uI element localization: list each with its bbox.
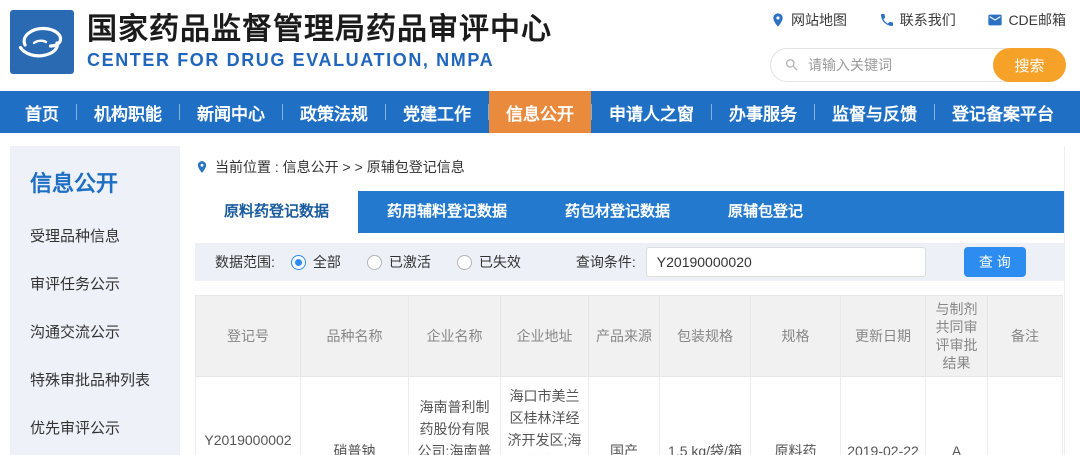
table-cell: 2019-02-22: [841, 377, 926, 455]
brand: 国家药品监督管理局药品审评中心 CENTER FOR DRUG EVALUATI…: [10, 9, 552, 75]
search-button[interactable]: 搜索: [993, 48, 1066, 82]
search-icon: [784, 57, 800, 73]
table-cell: 海口市美兰区桂林洋经济开发区;海口市美兰区桂林洋经济开发区: [501, 377, 589, 455]
radio-expired[interactable]: 已失效: [457, 252, 521, 272]
radio-expired-label: 已失效: [479, 252, 521, 272]
cde-mailbox-link[interactable]: CDE邮箱: [987, 10, 1066, 30]
sitemap-link-label: 网站地图: [791, 10, 847, 30]
site-title: 国家药品监督管理局药品审评中心: [87, 13, 552, 48]
nav-services[interactable]: 办事服务: [712, 91, 814, 133]
table-header-cell: 规格: [751, 296, 841, 377]
nav-policies[interactable]: 政策法规: [283, 91, 385, 133]
location-pin-icon: [195, 160, 209, 174]
main-nav: 首页机构职能新闻中心政策法规党建工作信息公开申请人之窗办事服务监督与反馈登记备案…: [0, 91, 1080, 133]
table-header-row: 登记号品种名称企业名称企业地址产品来源包装规格规格更新日期与制剂共同审评审批结果…: [196, 296, 1063, 377]
table-header-cell: 更新日期: [841, 296, 926, 377]
registration-table: 登记号品种名称企业名称企业地址产品来源包装规格规格更新日期与制剂共同审评审批结果…: [195, 295, 1063, 455]
table-header-cell: 产品来源: [589, 296, 660, 377]
nav-info-disclosure[interactable]: 信息公开: [489, 91, 591, 133]
tab-api-registration-data[interactable]: 原料药登记数据: [195, 191, 358, 233]
radio-group: 全部 已激活 已失效: [291, 252, 521, 272]
table-header-cell: 与制剂共同审评审批结果: [926, 296, 988, 377]
mail-icon: [987, 12, 1003, 28]
cde-logo-icon: [10, 10, 74, 74]
nav-news-center[interactable]: 新闻中心: [180, 91, 282, 133]
main-panel: 当前位置 : 信息公开 > > 原辅包登记信息 原料药登记数据药用辅料登记数据药…: [195, 146, 1065, 455]
quick-links: 网站地图 联系我们 CDE邮箱: [770, 10, 1066, 30]
sidebar-item-communication[interactable]: 沟通交流公示: [30, 321, 180, 342]
table-cell: 海南普利制药股份有限公司;海南普利制药股份有限公司: [409, 377, 501, 455]
nav-organization[interactable]: 机构职能: [77, 91, 179, 133]
table-header-cell: 企业名称: [409, 296, 501, 377]
content: 信息公开 受理品种信息审评任务公示沟通交流公示特殊审批品种列表优先审评公示突破性…: [0, 146, 1080, 455]
table-cell: A: [926, 377, 988, 455]
nav-home[interactable]: 首页: [8, 91, 76, 133]
scope-label: 数据范围:: [215, 252, 275, 272]
top-header: 国家药品监督管理局药品审评中心 CENTER FOR DRUG EVALUATI…: [0, 0, 1080, 91]
radio-circle-icon: [457, 255, 472, 270]
contact-link[interactable]: 联系我们: [879, 10, 956, 30]
radio-activated[interactable]: 已激活: [367, 252, 431, 272]
query-button[interactable]: 查 询: [964, 247, 1026, 277]
table-header-cell: 登记号: [196, 296, 301, 377]
page: 国家药品监督管理局药品审评中心 CENTER FOR DRUG EVALUATI…: [0, 0, 1080, 455]
radio-activated-label: 已激活: [389, 252, 431, 272]
table-cell: 国产: [589, 377, 660, 455]
tab-bar: 原料药登记数据药用辅料登记数据药包材登记数据原辅包登记: [195, 191, 1064, 233]
tab-raw-aux-pack-registration[interactable]: 原辅包登记: [699, 191, 832, 233]
search-input[interactable]: [808, 57, 973, 73]
table-row: Y20190000020硝普钠海南普利制药股份有限公司;海南普利制药股份有限公司…: [196, 377, 1063, 455]
table-header-cell: 企业地址: [501, 296, 589, 377]
sidebar: 信息公开 受理品种信息审评任务公示沟通交流公示特殊审批品种列表优先审评公示突破性…: [10, 146, 180, 455]
location-pin-icon: [770, 12, 786, 28]
phone-icon: [879, 12, 895, 28]
brand-text: 国家药品监督管理局药品审评中心 CENTER FOR DRUG EVALUATI…: [87, 13, 552, 72]
sidebar-title: 信息公开: [30, 166, 180, 198]
table-cell: [988, 377, 1063, 455]
radio-all-label: 全部: [313, 252, 341, 272]
header-right: 网站地图 联系我们 CDE邮箱 搜索: [770, 10, 1066, 91]
sidebar-items: 受理品种信息审评任务公示沟通交流公示特殊审批品种列表优先审评公示突破性治疗公示: [30, 225, 180, 455]
tab-packaging-registration-data[interactable]: 药包材登记数据: [536, 191, 699, 233]
table-header-cell: 包装规格: [660, 296, 751, 377]
search-row: 搜索: [770, 48, 1066, 82]
breadcrumb-text: 当前位置 : 信息公开 > > 原辅包登记信息: [215, 157, 465, 177]
sidebar-item-review-tasks[interactable]: 审评任务公示: [30, 273, 180, 294]
nav-supervision-feedback[interactable]: 监督与反馈: [815, 91, 934, 133]
radio-circle-icon: [367, 255, 382, 270]
sitemap-link[interactable]: 网站地图: [770, 10, 847, 30]
contact-link-label: 联系我们: [900, 10, 956, 30]
cde-mailbox-link-label: CDE邮箱: [1008, 10, 1066, 30]
nav-party-building[interactable]: 党建工作: [386, 91, 488, 133]
table-header-cell: 品种名称: [301, 296, 409, 377]
tab-excipient-registration-data[interactable]: 药用辅料登记数据: [358, 191, 536, 233]
filter-bar: 数据范围: 全部 已激活 已失效 查询条件: 查 询: [195, 243, 1064, 281]
nav-applicant-window[interactable]: 申请人之窗: [592, 91, 711, 133]
table-cell: 硝普钠: [301, 377, 409, 455]
table-cell: 1.5 kg/袋/箱: [660, 377, 751, 455]
breadcrumb: 当前位置 : 信息公开 > > 原辅包登记信息: [195, 157, 1064, 177]
query-label: 查询条件:: [576, 252, 636, 272]
radio-circle-icon: [291, 255, 306, 270]
site-subtitle: CENTER FOR DRUG EVALUATION, NMPA: [87, 50, 552, 71]
sidebar-item-special-approval-list[interactable]: 特殊审批品种列表: [30, 369, 180, 390]
table-cell: 原料药: [751, 377, 841, 455]
radio-all[interactable]: 全部: [291, 252, 341, 272]
sidebar-item-accepted-varieties[interactable]: 受理品种信息: [30, 225, 180, 246]
table-header-cell: 备注: [988, 296, 1063, 377]
table-cell: Y20190000020: [196, 377, 301, 455]
nav-registration-platform[interactable]: 登记备案平台: [935, 91, 1071, 133]
query-input[interactable]: [646, 247, 926, 277]
sidebar-item-priority-review[interactable]: 优先审评公示: [30, 417, 180, 438]
